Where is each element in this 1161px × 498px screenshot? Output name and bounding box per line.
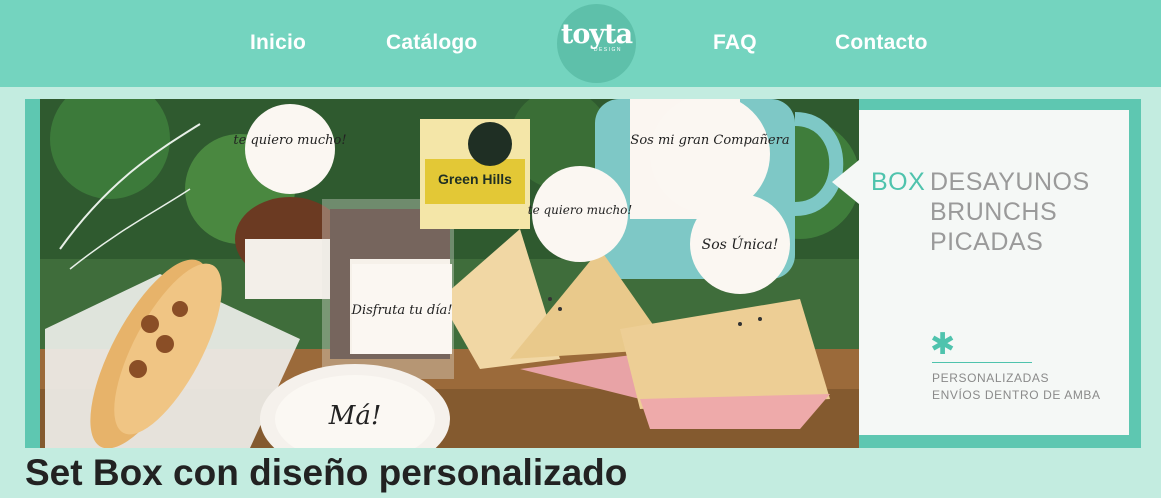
box-label: BOX: [871, 168, 926, 196]
tag-disfruta: Disfruta tu día!: [351, 303, 453, 318]
nav-contacto[interactable]: Contacto: [835, 31, 928, 55]
tag-green-hills: Green Hills: [438, 171, 512, 187]
tag-te-quiero-1: te quiero mucho!: [233, 133, 346, 148]
banner-text-panel: [859, 110, 1129, 435]
nav-faq[interactable]: FAQ: [713, 31, 757, 55]
tag-te-quiero-2: te quiero mucho!: [528, 203, 633, 217]
panel-notch: [832, 160, 859, 204]
line-picadas: PICADAS: [930, 228, 1044, 256]
page-title: Set Box con diseño personalizado: [25, 452, 628, 493]
toyta-logo[interactable]: toyta DESIGN: [557, 4, 636, 83]
nav-inicio[interactable]: Inicio: [250, 31, 306, 55]
nav-catalogo[interactable]: Catálogo: [386, 31, 477, 55]
logo-name: toyta: [560, 19, 633, 50]
tag-ma: Má!: [328, 401, 382, 431]
breakfast-box-photo: te quiero mucho! Sos mi gran Compañera G…: [40, 99, 859, 448]
line-envios: ENVÍOS DENTRO DE AMBA: [932, 388, 1101, 402]
top-navbar: Inicio Catálogo toyta DESIGN FAQ Contact…: [0, 0, 1161, 87]
tag-companera: Sos mi gran Compañera: [630, 133, 789, 148]
panel-divider: [932, 362, 1032, 363]
line-brunchs: BRUNCHS: [930, 198, 1058, 226]
line-personalizadas: PERSONALIZADAS: [932, 371, 1050, 385]
asterisk-icon: ✱: [930, 327, 956, 362]
tag-sos-unica: Sos Única!: [702, 235, 779, 253]
line-desayunos: DESAYUNOS: [930, 168, 1090, 196]
